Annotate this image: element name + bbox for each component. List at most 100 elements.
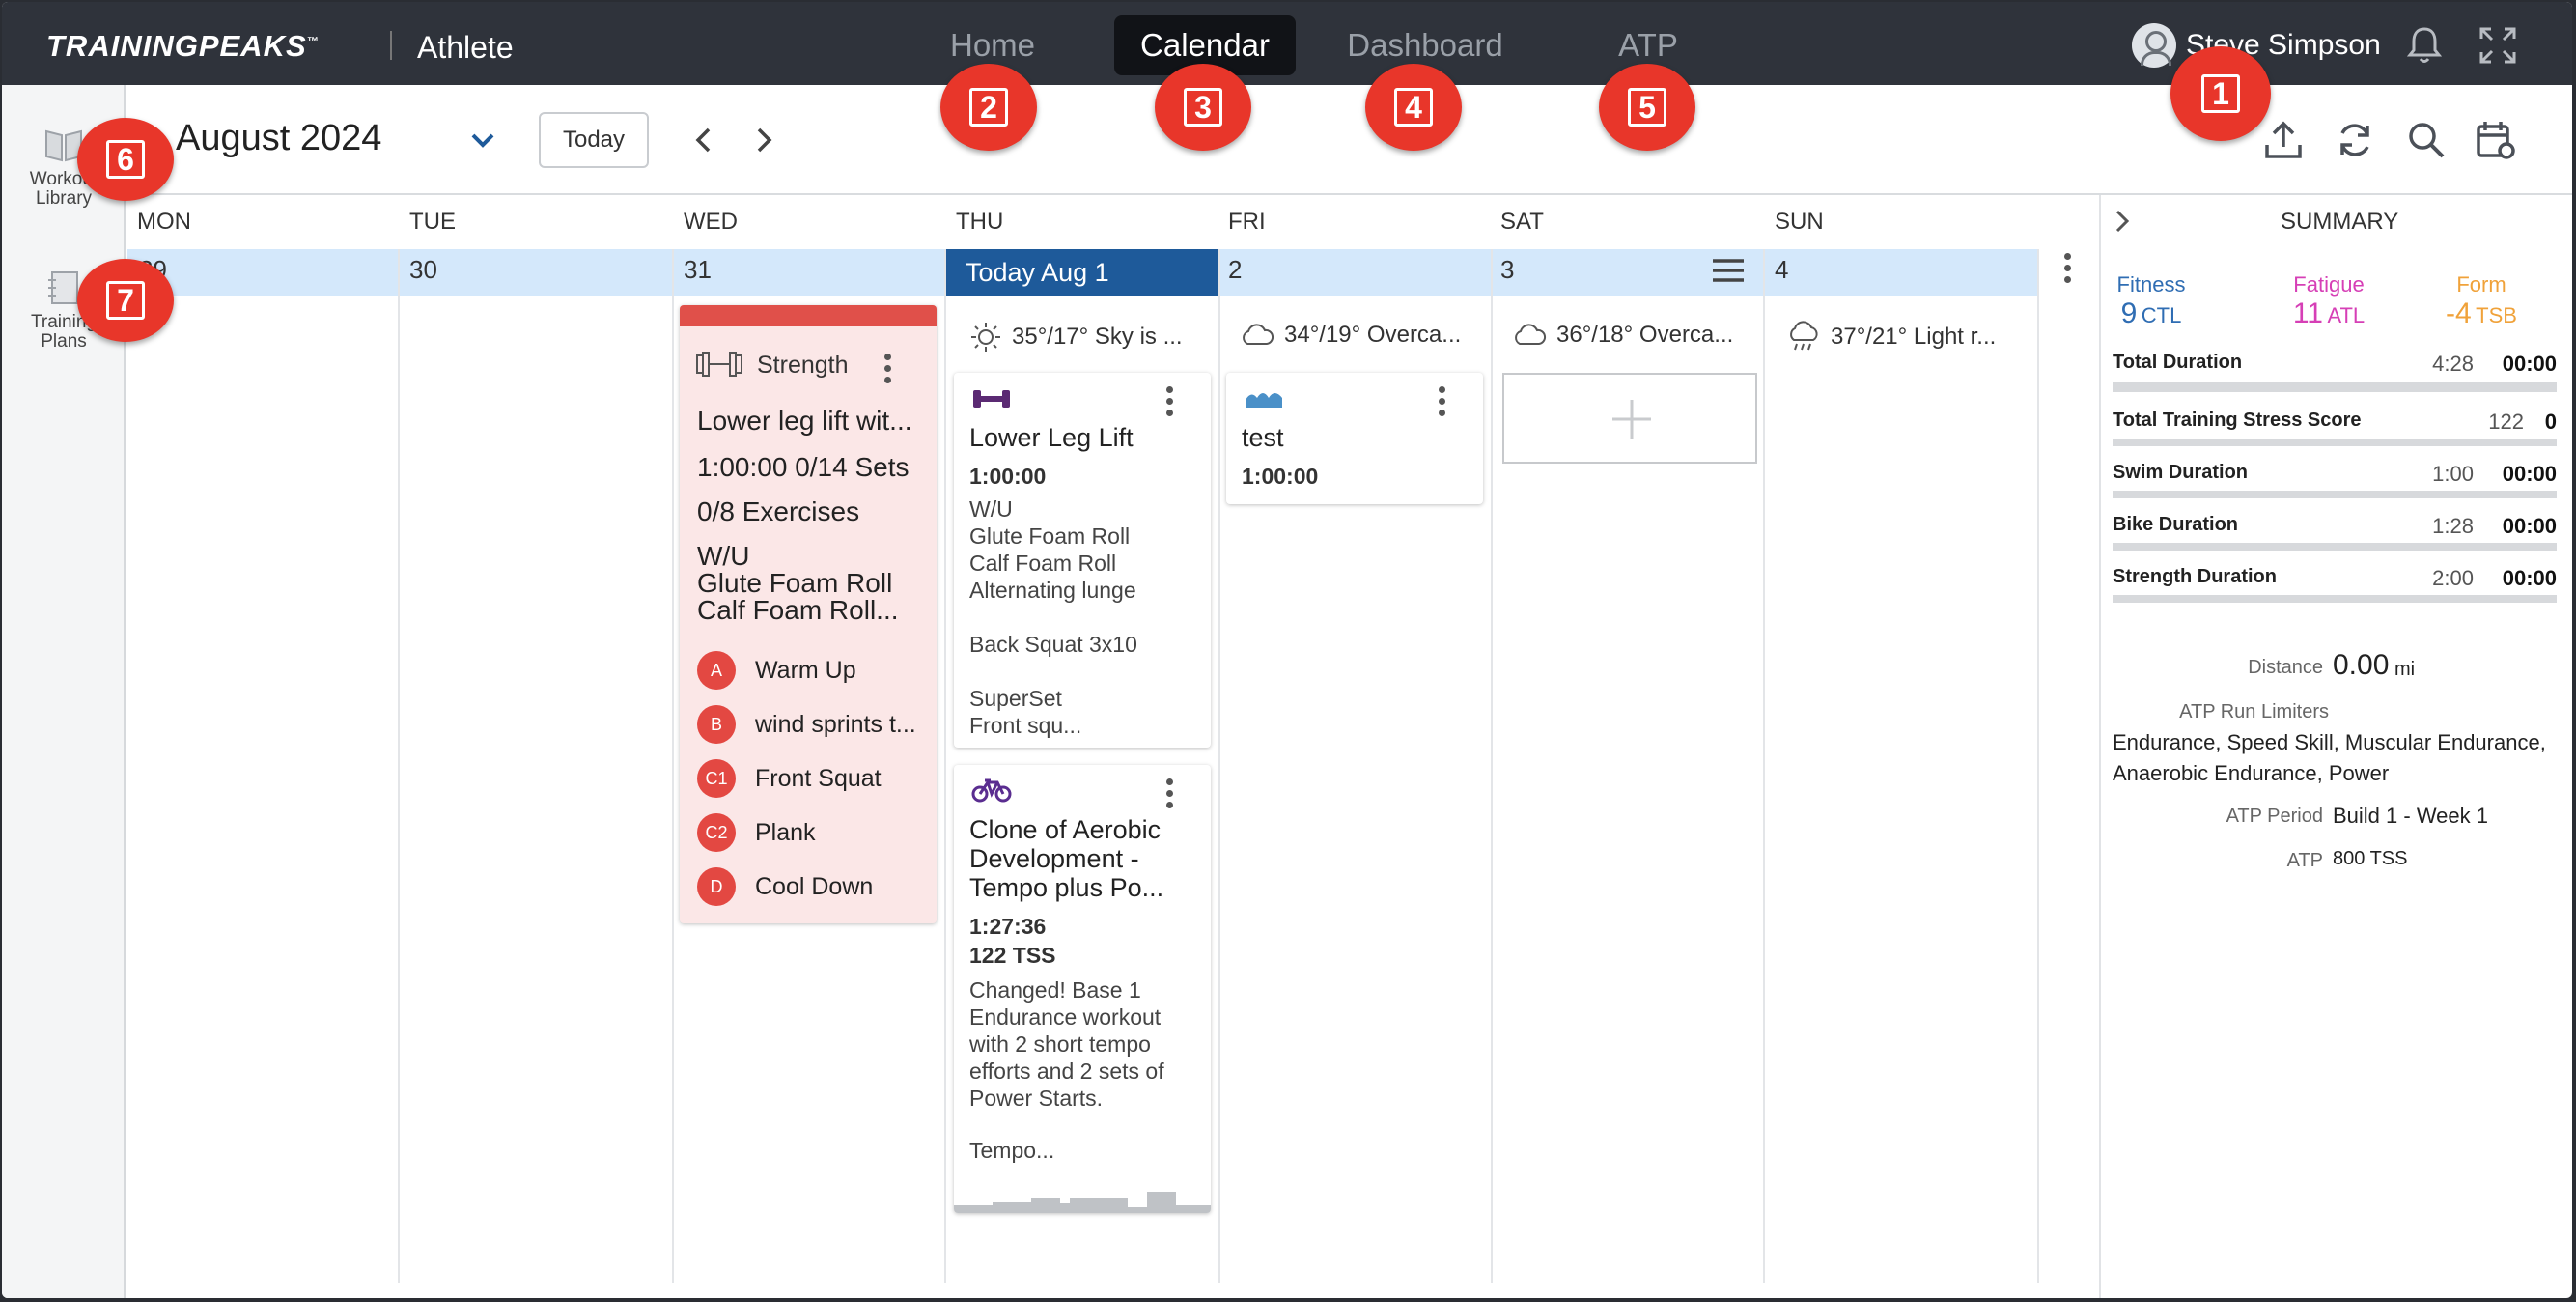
card-desc-line: Power Starts.	[969, 1086, 1104, 1111]
card-desc-line: Front squ...	[969, 713, 1082, 738]
strength-card-stripe	[680, 305, 937, 326]
summary-row-planned: 2:00	[2432, 566, 2474, 590]
distance-label: Distance	[2248, 657, 2323, 678]
callout-badge-2: 2	[940, 64, 1037, 151]
swim-workout-card[interactable]: test 1:00:00	[1226, 373, 1483, 504]
atp-run-limiters-label: ATP Run Limiters	[2179, 701, 2329, 722]
summary-row-actual: 00:00	[2502, 352, 2557, 376]
summary-row-actual: 0	[2544, 410, 2557, 434]
step-item[interactable]: D Cool Down	[697, 867, 873, 906]
add-workout-button[interactable]	[1502, 373, 1757, 464]
card-duration: 1:00:00	[969, 464, 1047, 489]
trainingpeaks-logo[interactable]: TRAININGPEAKS™	[46, 29, 320, 64]
step-key: D	[697, 867, 736, 906]
callout-number: 7	[106, 281, 145, 320]
today-button[interactable]: Today	[539, 112, 649, 168]
callout-badge-4: 4	[1365, 64, 1462, 151]
summary-title: SUMMARY	[2281, 209, 2399, 235]
card-desc-line: Calf Foam Roll	[969, 551, 1117, 576]
fatigue-unit: ATL	[2327, 303, 2366, 327]
lower-leg-lift-card[interactable]: Lower Leg Lift 1:00:00 W/U Glute Foam Ro…	[954, 373, 1211, 748]
strength-desc-3: Calf Foam Roll...	[697, 595, 899, 625]
bike-workout-card[interactable]: Clone of Aerobic Development - Tempo plu…	[954, 765, 1211, 1213]
summary-row-name: Total Duration	[2113, 352, 2243, 373]
date-today: Today Aug 1	[946, 249, 1218, 296]
day-header-sun: SUN	[1775, 209, 1824, 235]
notification-bell-icon[interactable]	[2402, 23, 2447, 68]
sun-icon	[971, 323, 1000, 352]
month-title[interactable]: August 2024	[176, 118, 381, 159]
rain-cloud-icon	[1790, 321, 1818, 351]
column-divider	[944, 249, 946, 1283]
step-label: Plank	[755, 818, 816, 846]
callout-number: 2	[969, 88, 1008, 127]
card-title: Lower Leg Lift	[969, 423, 1134, 452]
callout-number: 1	[2201, 74, 2240, 113]
weather-sat: 36°/18° Overca...	[1512, 321, 1733, 350]
callout-badge-3: 3	[1155, 64, 1251, 151]
step-item[interactable]: Bwind sprints t...	[697, 705, 916, 744]
card-desc-line: Changed! Base 1	[969, 977, 1141, 1003]
refresh-icon[interactable]	[2333, 118, 2377, 162]
app-window: TRAININGPEAKS™ Athlete Home Calendar Das…	[2, 2, 2572, 1298]
summary-row: Strength Duration 2:00 00:00	[2113, 566, 2557, 614]
day-header-wed: WED	[684, 209, 738, 235]
card-desc-line: Glute Foam Roll	[969, 524, 1131, 549]
next-week-icon[interactable]	[749, 126, 778, 155]
strength-card-options-icon[interactable]	[884, 354, 892, 388]
cloud-icon	[1515, 324, 1547, 345]
step-item[interactable]: A Warm Up	[697, 651, 856, 690]
step-label: Front Squat	[755, 764, 882, 792]
summary-row-planned: 1:00	[2432, 462, 2474, 486]
weather-sun: 37°/21° Light r...	[1786, 321, 1996, 354]
column-divider	[398, 249, 400, 1283]
card-desc-line: Endurance workout	[969, 1005, 1162, 1030]
atp-period-value: Build 1 - Week 1	[2333, 804, 2489, 828]
day-header-thu: THU	[956, 209, 1004, 235]
fitness-unit: CTL	[2141, 303, 2182, 327]
card-desc-line: Alternating lunge	[969, 578, 1136, 603]
strength-title: Lower leg lift wit...	[697, 406, 912, 436]
logo-divider	[390, 31, 392, 60]
card-options-icon[interactable]	[1166, 386, 1174, 421]
weather-sun-text: 37°/21° Light r...	[1831, 324, 1997, 350]
fatigue-metric: Fatigue 11 ATL	[2242, 272, 2416, 330]
summary-row-planned: 122	[2488, 410, 2524, 434]
strength-workout-card[interactable]: Strength Lower leg lift wit... 1:00:00 0…	[680, 305, 937, 923]
step-key: C1	[697, 759, 736, 798]
step-item[interactable]: C2 Plank	[697, 813, 816, 852]
plus-icon	[1612, 400, 1651, 439]
expand-summary-icon[interactable]	[2111, 207, 2134, 236]
calendar-settings-icon[interactable]	[2474, 118, 2518, 162]
fullscreen-icon[interactable]	[2476, 23, 2520, 68]
hamburger-menu-icon[interactable]	[1711, 257, 1746, 284]
date-tue: 30	[409, 255, 437, 284]
callout-badge-7: 7	[77, 259, 174, 342]
summary-row-planned: 4:28	[2432, 352, 2474, 376]
strength-desc-1: W/U	[697, 541, 750, 571]
card-options-icon[interactable]	[1439, 386, 1446, 421]
summary-row-bar	[2113, 491, 2557, 498]
dumbbell-icon	[696, 352, 742, 377]
atp-period-label: ATP Period	[2226, 806, 2323, 827]
card-options-icon[interactable]	[1166, 778, 1174, 813]
card-desc-line: with 2 short tempo	[969, 1032, 1151, 1057]
atp-value: 800 TSS	[2333, 848, 2408, 869]
previous-week-icon[interactable]	[689, 126, 718, 155]
form-metric: Form -4 TSB	[2394, 272, 2568, 330]
callout-badge-6: 6	[77, 118, 174, 201]
weather-fri: 34°/19° Overca...	[1240, 321, 1461, 350]
upload-icon[interactable]	[2261, 118, 2306, 162]
strength-desc-2: Glute Foam Roll	[697, 568, 893, 598]
step-item[interactable]: C1 Front Squat	[697, 759, 882, 798]
distance-value: 0.00	[2333, 649, 2390, 681]
card-duration: 1:00:00	[1242, 464, 1319, 489]
search-icon[interactable]	[2404, 118, 2449, 162]
summary-row-name: Bike Duration	[2113, 514, 2239, 535]
strength-exercises: 0/8 Exercises	[697, 496, 860, 526]
callout-number: 3	[1184, 88, 1222, 127]
date-fri: 2	[1228, 255, 1243, 284]
workout-intensity-graph	[954, 1192, 1211, 1213]
chevron-down-icon[interactable]	[469, 131, 496, 151]
weather-thu-text: 35°/17° Sky is ...	[1012, 324, 1183, 350]
